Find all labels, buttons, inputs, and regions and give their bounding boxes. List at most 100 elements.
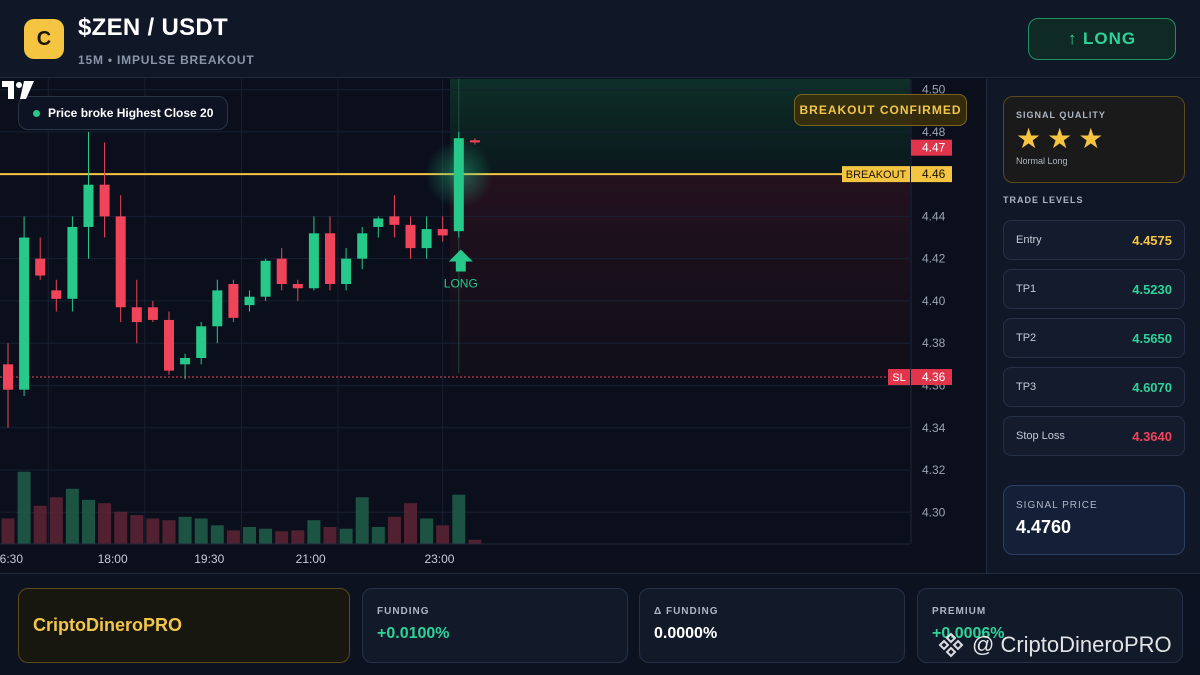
candle-body (405, 224, 416, 249)
trade-levels-title: TRADE LEVELS (1003, 195, 1084, 205)
breakout-info-chip: Price broke Highest Close 20 (18, 96, 229, 130)
price-tick-label: 4.34 (922, 421, 946, 435)
volume-bar (355, 497, 369, 544)
sl-tag-price: 4.36 (922, 370, 946, 384)
header: C $ZEN / USDT 15M • IMPULSE BREAKOUT ↑ L… (0, 0, 1200, 78)
candle-body (212, 290, 223, 327)
time-tick-label: 18:00 (98, 552, 128, 566)
volume-bar (420, 518, 434, 544)
price-chart[interactable]: LONG4.504.484.464.444.424.404.384.364.34… (0, 79, 985, 573)
signal-quality-title: SIGNAL QUALITY (1016, 110, 1106, 120)
volume-bar (387, 516, 401, 544)
volume-bar (339, 528, 353, 544)
signal-quality-subtitle: Normal Long (1016, 156, 1068, 166)
candle-body (3, 364, 13, 390)
volume-bar (114, 511, 128, 544)
trade-level-value: 4.5230 (1132, 281, 1172, 297)
volume-bar (243, 527, 256, 544)
breakout-confirmed-badge: BREAKOUT CONFIRMED (794, 94, 967, 126)
long-marker-label: LONG (444, 277, 478, 291)
trade-level-label: Stop Loss (1016, 430, 1065, 442)
volume-bar (162, 520, 176, 544)
volume-bar (33, 505, 47, 544)
volume-bar (82, 499, 95, 544)
volume-bar (210, 525, 224, 544)
funding-label: FUNDING (377, 606, 430, 617)
volume-bar (65, 488, 79, 544)
price-tick-label: 4.48 (922, 125, 946, 139)
candle-body (99, 184, 110, 217)
volume-bar (371, 527, 385, 544)
volume-bar (1, 518, 15, 544)
volume-bar (130, 515, 144, 544)
pair-title: $ZEN / USDT (78, 14, 228, 41)
candle-body (196, 326, 207, 358)
price-tick-label: 4.30 (922, 505, 946, 519)
time-tick-label: 23:00 (424, 552, 454, 566)
funding-value: +0.0100% (377, 625, 450, 642)
candle-body (228, 284, 239, 318)
candle-body (389, 216, 400, 225)
delta-funding-label: Δ FUNDING (654, 606, 719, 617)
candle-body (357, 233, 368, 259)
candle-body (131, 307, 142, 323)
candle-body (373, 218, 384, 227)
candle-body (35, 258, 46, 276)
premium-label: PREMIUM (932, 606, 987, 617)
trade-level-row: Entry 4.4575 (1003, 220, 1185, 260)
tradingview-logo-icon[interactable] (0, 79, 36, 101)
star-icon: ★ (1016, 123, 1042, 154)
candle-body (244, 296, 255, 306)
candle-body (19, 237, 30, 390)
candle-body (437, 229, 448, 236)
trade-level-value: 4.3640 (1132, 428, 1172, 444)
rating-stars: ★ ★ ★ (1016, 124, 1172, 154)
candle-body (292, 284, 303, 289)
footer: CriptoDineroPRO FUNDING +0.0100% Δ FUNDI… (0, 573, 1200, 675)
candle-body (325, 233, 335, 285)
price-tick-label: 4.40 (922, 294, 946, 308)
breakout-tag-price: 4.46 (922, 167, 946, 181)
star-icon: ★ (1047, 123, 1073, 154)
trade-level-row: Stop Loss 4.3640 (1003, 416, 1185, 456)
risk-zone (450, 174, 910, 378)
binance-diamond-icon (938, 632, 964, 658)
candle-body (83, 184, 94, 227)
volume-bar (98, 503, 112, 544)
volume-bar (49, 497, 63, 544)
brand-card[interactable]: CriptoDineroPRO (18, 588, 350, 663)
delta-funding-value: 0.0000% (654, 625, 718, 642)
trade-level-label: TP2 (1016, 332, 1037, 344)
volume-bar (452, 494, 466, 544)
candle-body (341, 258, 352, 285)
watermark: @ CriptoDineroPRO (938, 632, 1172, 658)
volume-bar (307, 520, 321, 544)
volume-bar (226, 530, 240, 544)
candle-body (421, 229, 432, 249)
volume-bar (275, 531, 289, 544)
volume-bar (291, 530, 305, 544)
volume-bar (323, 527, 337, 544)
time-tick-label: 16:30 (0, 552, 23, 566)
breakout-tag-label: BREAKOUT (846, 169, 907, 181)
volume-bar (468, 539, 482, 544)
candle-body (180, 358, 191, 365)
trade-level-label: Entry (1016, 234, 1042, 246)
candle-body (276, 258, 287, 285)
signal-price-value: 4.4760 (1016, 517, 1072, 537)
candle-body (147, 307, 158, 320)
candle-body (51, 290, 62, 299)
trade-level-row: TP2 4.5650 (1003, 318, 1185, 358)
volume-bar (404, 503, 417, 544)
volume-bar (194, 518, 208, 544)
candle-body (164, 319, 174, 371)
candle-body (260, 260, 271, 297)
candlestick-chart-svg: LONG4.504.484.464.444.424.404.384.364.34… (0, 79, 985, 573)
candle-body (67, 226, 78, 299)
signal-price-card: SIGNAL PRICE 4.4760 (1003, 485, 1185, 555)
long-signal-button[interactable]: ↑ LONG (1028, 18, 1176, 60)
time-tick-label: 19:30 (194, 552, 224, 566)
funding-card: FUNDING +0.0100% (362, 588, 628, 663)
volume-bar (17, 471, 31, 544)
breakout-info-text: Price broke Highest Close 20 (48, 106, 214, 120)
